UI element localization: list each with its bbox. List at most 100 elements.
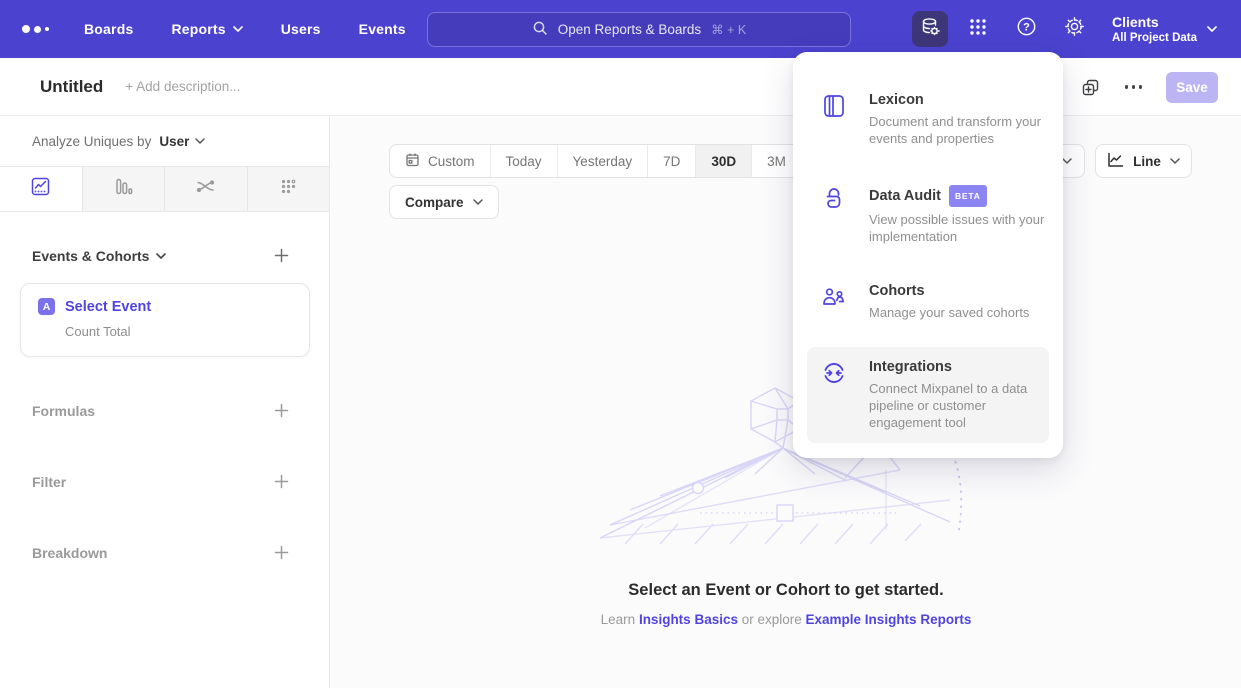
menu-item-integrations[interactable]: Integrations Connect Mixpanel to a data … — [807, 347, 1049, 443]
duplicate-button[interactable] — [1080, 77, 1101, 98]
empty-state-subtitle: Learn Insights Basics or explore Example… — [331, 612, 1241, 627]
line-chart-icon — [1107, 152, 1124, 171]
menu-item-cohorts[interactable]: Cohorts Manage your saved cohorts — [807, 271, 1049, 333]
date-range-label: Today — [506, 154, 542, 169]
add-event-button[interactable] — [270, 244, 293, 267]
nav-item-label: Events — [359, 21, 406, 37]
section-label: Events & Cohorts — [32, 248, 149, 264]
settings-button[interactable] — [1056, 11, 1092, 47]
chevron-down-icon — [195, 138, 205, 144]
chart-type-tabs — [0, 166, 329, 212]
add-formula-button[interactable] — [270, 399, 293, 422]
org-name: Clients — [1112, 14, 1197, 31]
menu-item-lexicon[interactable]: Lexicon Document and transform your even… — [807, 80, 1049, 159]
apps-grid-icon — [968, 17, 988, 42]
menu-item-title: Integrations — [869, 359, 952, 376]
tab-flow-chart[interactable] — [165, 167, 248, 211]
menu-item-title: Cohorts — [869, 283, 925, 300]
help-icon: ? — [1016, 16, 1037, 42]
select-event-card[interactable]: A Select Event Count Total — [20, 283, 310, 357]
breakdown-section-label: Breakdown — [32, 545, 107, 561]
section-label: Formulas — [32, 403, 95, 419]
lexicon-book-icon — [821, 93, 847, 119]
calendar-icon — [405, 152, 420, 170]
query-builder-sidebar: Analyze Uniques by User Events & Cohorts — [0, 116, 330, 688]
menu-item-title: Data Audit — [869, 188, 941, 205]
data-management-button[interactable] — [912, 11, 948, 47]
filter-section-label: Filter — [32, 474, 66, 490]
mixpanel-logo-icon[interactable] — [22, 25, 68, 33]
nav-item-users[interactable]: Users — [281, 21, 321, 37]
add-filter-button[interactable] — [270, 470, 293, 493]
data-audit-icon — [821, 186, 847, 212]
project-name: All Project Data — [1112, 31, 1197, 45]
save-button[interactable]: Save — [1166, 72, 1218, 103]
select-event-label: Select Event — [65, 299, 151, 315]
help-button[interactable]: ? — [1008, 11, 1044, 47]
analyze-value: User — [159, 134, 189, 149]
date-range-control: Custom Today Yesterday 7D 30D 3M 6M — [389, 144, 852, 178]
database-gear-icon — [919, 16, 941, 43]
report-description-placeholder[interactable]: + Add description... — [125, 79, 240, 94]
insights-line-chart-icon — [30, 176, 51, 202]
tab-insights-line[interactable] — [0, 167, 83, 211]
date-range-30d[interactable]: 30D — [696, 145, 752, 177]
analyze-label: Analyze Uniques by — [32, 134, 151, 149]
example-insights-reports-link[interactable]: Example Insights Reports — [806, 612, 972, 627]
menu-item-description: View possible issues with your implement… — [869, 211, 1047, 245]
date-range-label: Yesterday — [573, 154, 633, 169]
svg-text:?: ? — [1023, 21, 1030, 33]
integrations-sync-icon — [821, 360, 847, 386]
section-label: Breakdown — [32, 545, 107, 561]
compare-label: Compare — [405, 195, 464, 210]
subtitle-text: Learn — [601, 612, 639, 627]
chart-type-dropdown[interactable]: Line — [1095, 144, 1192, 178]
settings-gear-icon — [1064, 16, 1085, 42]
date-range-label: 7D — [663, 154, 680, 169]
date-range-today[interactable]: Today — [491, 145, 558, 177]
report-title[interactable]: Untitled — [40, 77, 103, 97]
date-range-label: 30D — [711, 154, 736, 169]
nav-item-label: Reports — [171, 21, 225, 37]
chevron-down-icon — [473, 199, 483, 205]
tab-bar-chart[interactable] — [83, 167, 166, 211]
beta-badge: BETA — [949, 185, 987, 207]
menu-item-description: Manage your saved cohorts — [869, 304, 1047, 321]
search-shortcut: ⌘ + K — [711, 22, 746, 37]
chevron-down-icon — [1207, 26, 1217, 32]
tab-metrics-grid[interactable] — [248, 167, 330, 211]
apps-grid-button[interactable] — [960, 11, 996, 47]
insights-basics-link[interactable]: Insights Basics — [639, 612, 738, 627]
nav-item-events[interactable]: Events — [359, 21, 406, 37]
menu-item-data-audit[interactable]: Data Audit BETA View possible issues with… — [807, 173, 1049, 257]
date-range-7d[interactable]: 7D — [648, 145, 696, 177]
metrics-grid-icon — [278, 176, 299, 202]
analyze-uniques-dropdown[interactable]: Analyze Uniques by User — [0, 116, 329, 166]
compare-dropdown[interactable]: Compare — [389, 185, 499, 219]
more-options-button[interactable] — [1123, 79, 1145, 95]
nav-item-reports[interactable]: Reports — [171, 21, 242, 37]
nav-item-label: Boards — [84, 21, 133, 37]
date-range-label: Custom — [428, 154, 475, 169]
chevron-down-icon — [233, 26, 243, 32]
events-cohorts-section-toggle[interactable]: Events & Cohorts — [32, 248, 166, 264]
project-selector[interactable]: Clients All Project Data — [1112, 14, 1217, 45]
mixpanel-insights-app: Boards Reports Users Events Open Reports… — [0, 0, 1241, 688]
count-total-dropdown[interactable]: Count Total — [65, 324, 309, 339]
data-management-menu: Lexicon Document and transform your even… — [793, 52, 1063, 458]
cohorts-people-icon — [821, 284, 847, 310]
menu-item-description: Document and transform your events and p… — [869, 113, 1047, 147]
menu-item-description: Connect Mixpanel to a data pipeline or c… — [869, 380, 1047, 431]
nav-item-label: Users — [281, 21, 321, 37]
section-label: Filter — [32, 474, 66, 490]
empty-state-title: Select an Event or Cohort to get started… — [331, 581, 1241, 600]
menu-item-title: Lexicon — [869, 92, 924, 109]
date-range-label: 3M — [767, 154, 786, 169]
date-range-yesterday[interactable]: Yesterday — [558, 145, 649, 177]
date-range-custom[interactable]: Custom — [390, 145, 491, 177]
search-input[interactable]: Open Reports & Boards ⌘ + K — [427, 12, 851, 47]
top-nav: Boards Reports Users Events Open Reports… — [0, 0, 1241, 58]
search-placeholder: Open Reports & Boards — [558, 22, 701, 37]
nav-item-boards[interactable]: Boards — [84, 21, 133, 37]
add-breakdown-button[interactable] — [270, 541, 293, 564]
